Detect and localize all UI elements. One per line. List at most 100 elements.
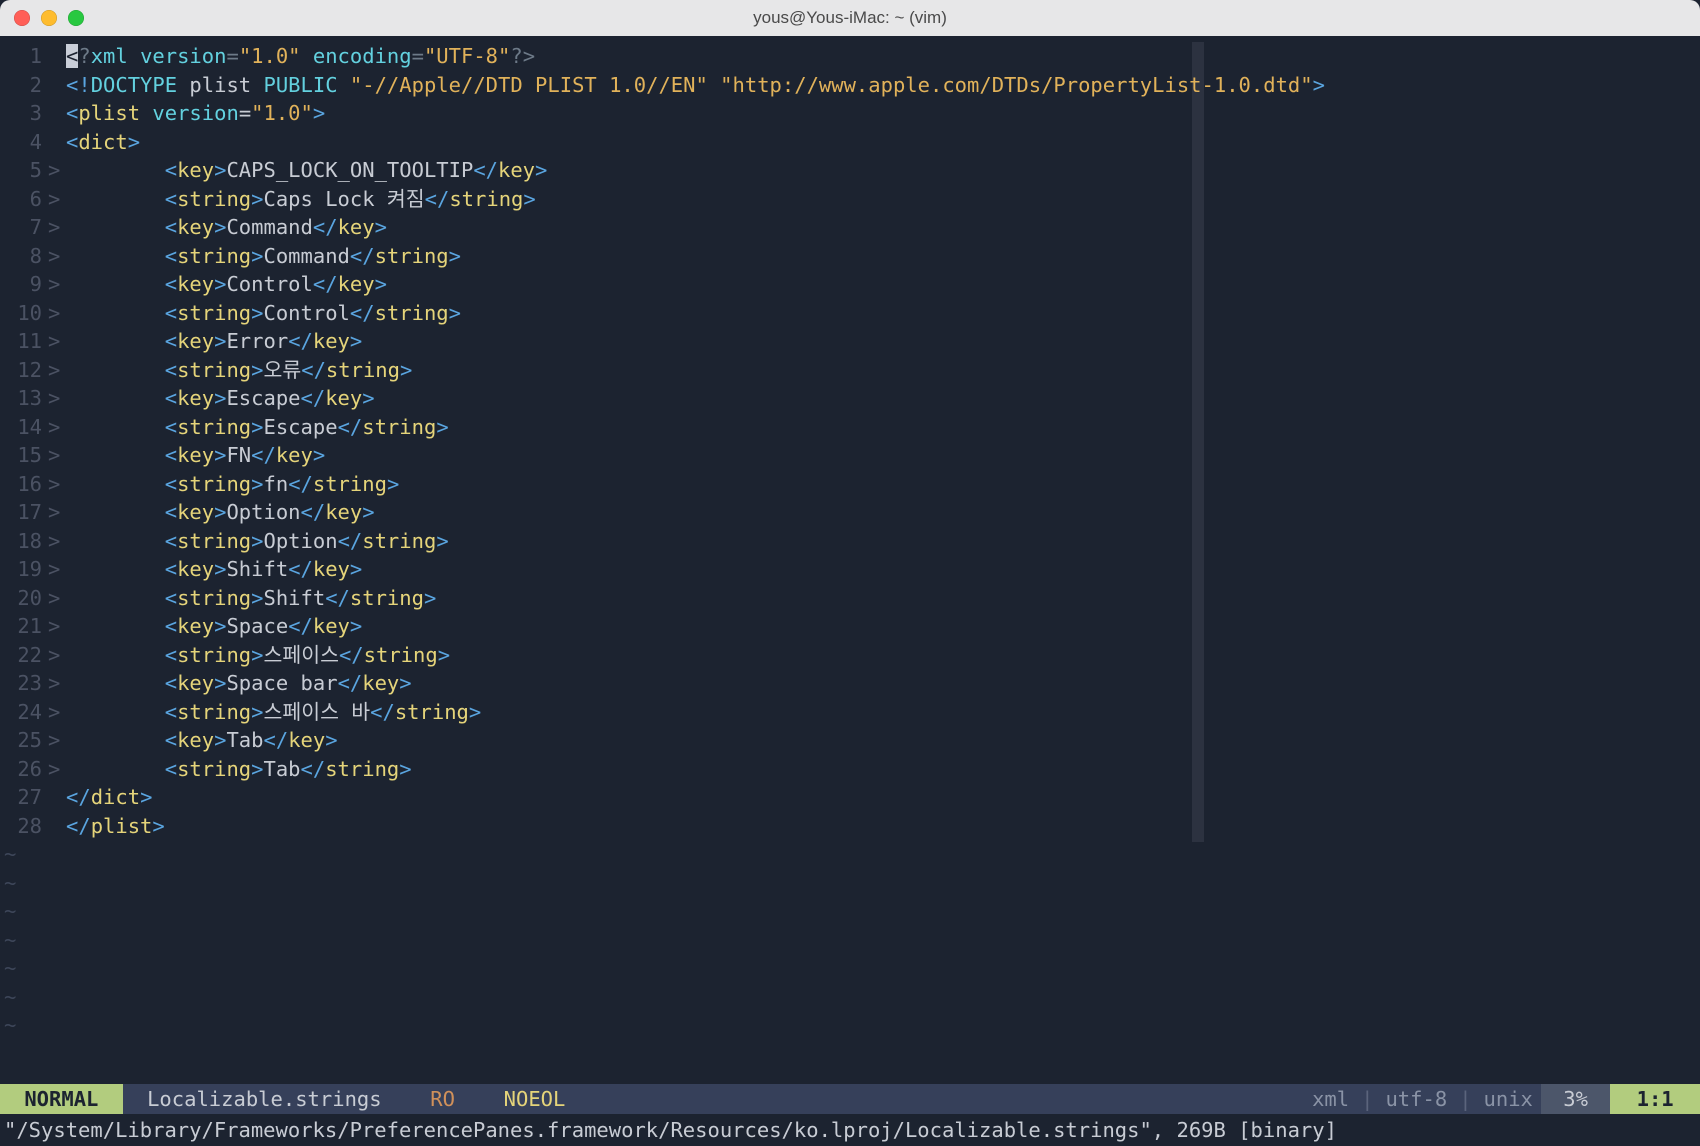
code-content[interactable]: <plist version="1.0"> — [66, 99, 325, 128]
code-line[interactable]: 16> <string>fn</string> — [0, 470, 1700, 499]
code-line[interactable]: 6> <string>Caps Lock 켜짐</string> — [0, 185, 1700, 214]
code-content[interactable]: <key>FN</key> — [66, 441, 325, 470]
code-line[interactable]: 9> <key>Control</key> — [0, 270, 1700, 299]
code-content[interactable]: <key>Error</key> — [66, 327, 362, 356]
code-line[interactable]: 26> <string>Tab</string> — [0, 755, 1700, 784]
fold-marker-icon[interactable]: > — [48, 384, 66, 413]
line-number: 14 — [0, 413, 48, 442]
fold-marker-icon — [48, 71, 66, 100]
fold-marker-icon[interactable]: > — [48, 612, 66, 641]
fold-marker-icon[interactable]: > — [48, 470, 66, 499]
code-line[interactable]: 19> <key>Shift</key> — [0, 555, 1700, 584]
code-line[interactable]: 18> <string>Option</string> — [0, 527, 1700, 556]
fold-marker-icon[interactable]: > — [48, 413, 66, 442]
code-content[interactable]: <string>Tab</string> — [66, 755, 412, 784]
code-content[interactable]: <string>스페이스</string> — [66, 641, 450, 670]
code-content[interactable]: <string>fn</string> — [66, 470, 399, 499]
code-content[interactable]: <key>Shift</key> — [66, 555, 362, 584]
code-content[interactable]: <string>Escape</string> — [66, 413, 449, 442]
code-content[interactable]: </plist> — [66, 812, 165, 841]
code-line[interactable]: 28 </plist> — [0, 812, 1700, 841]
code-line[interactable]: 27</dict> — [0, 783, 1700, 812]
fold-marker-icon[interactable]: > — [48, 299, 66, 328]
fold-marker-icon[interactable]: > — [48, 555, 66, 584]
fold-marker-icon[interactable]: > — [48, 156, 66, 185]
fold-marker-icon[interactable]: > — [48, 441, 66, 470]
code-line[interactable]: 15> <key>FN</key> — [0, 441, 1700, 470]
fold-marker-icon[interactable]: > — [48, 498, 66, 527]
code-line[interactable]: 4<dict> — [0, 128, 1700, 157]
fold-marker-icon[interactable]: > — [48, 584, 66, 613]
fold-marker-icon[interactable]: > — [48, 669, 66, 698]
code-content[interactable]: <dict> — [66, 128, 140, 157]
line-number: 16 — [0, 470, 48, 499]
fold-marker-icon[interactable]: > — [48, 242, 66, 271]
fold-marker-icon[interactable]: > — [48, 270, 66, 299]
code-content[interactable]: <key>Space</key> — [66, 612, 362, 641]
fold-marker-icon[interactable]: > — [48, 726, 66, 755]
editor-area[interactable]: 1<?xml version="1.0" encoding="UTF-8"?>2… — [0, 36, 1700, 1084]
line-number: 21 — [0, 612, 48, 641]
code-content[interactable]: <key>Option</key> — [66, 498, 375, 527]
code-line[interactable]: 5> <key>CAPS_LOCK_ON_TOOLTIP</key> — [0, 156, 1700, 185]
code-content[interactable]: <string>Caps Lock 켜짐</string> — [66, 185, 536, 214]
line-number: 28 — [0, 812, 48, 841]
fold-marker-icon[interactable]: > — [48, 755, 66, 784]
line-number: 7 — [0, 213, 48, 242]
code-content[interactable]: <key>Control</key> — [66, 270, 387, 299]
filetype: xml — [1304, 1084, 1357, 1114]
empty-line-tilde: ~ — [0, 983, 1700, 1012]
code-content[interactable]: <string>스페이스 바</string> — [66, 698, 481, 727]
code-content[interactable]: <key>Space bar</key> — [66, 669, 412, 698]
code-line[interactable]: 17> <key>Option</key> — [0, 498, 1700, 527]
line-number: 12 — [0, 356, 48, 385]
line-number: 23 — [0, 669, 48, 698]
code-content[interactable]: <string>Command</string> — [66, 242, 461, 271]
code-line[interactable]: 14> <string>Escape</string> — [0, 413, 1700, 442]
line-number: 11 — [0, 327, 48, 356]
code-line[interactable]: 2<!DOCTYPE plist PUBLIC "-//Apple//DTD P… — [0, 71, 1700, 100]
code-line[interactable]: 10> <string>Control</string> — [0, 299, 1700, 328]
code-content[interactable]: <!DOCTYPE plist PUBLIC "-//Apple//DTD PL… — [66, 71, 1325, 100]
fold-marker-icon[interactable]: > — [48, 527, 66, 556]
code-line[interactable]: 25> <key>Tab</key> — [0, 726, 1700, 755]
code-content[interactable]: <string>오류</string> — [66, 356, 412, 385]
code-content[interactable]: <string>Option</string> — [66, 527, 449, 556]
fold-marker-icon[interactable]: > — [48, 213, 66, 242]
fold-marker-icon[interactable]: > — [48, 185, 66, 214]
code-line[interactable]: 22> <string>스페이스</string> — [0, 641, 1700, 670]
code-content[interactable]: <string>Shift</string> — [66, 584, 436, 613]
separator-icon: | — [1357, 1087, 1377, 1111]
line-number: 6 — [0, 185, 48, 214]
fold-marker-icon[interactable]: > — [48, 356, 66, 385]
fold-marker-icon[interactable]: > — [48, 698, 66, 727]
code-line[interactable]: 13> <key>Escape</key> — [0, 384, 1700, 413]
code-line[interactable]: 11> <key>Error</key> — [0, 327, 1700, 356]
code-content[interactable]: <key>Tab</key> — [66, 726, 338, 755]
code-line[interactable]: 8> <string>Command</string> — [0, 242, 1700, 271]
empty-line-tilde: ~ — [0, 869, 1700, 898]
empty-line-tilde: ~ — [0, 954, 1700, 983]
code-content[interactable]: <?xml version="1.0" encoding="UTF-8"?> — [66, 42, 535, 71]
code-content[interactable]: <key>Command</key> — [66, 213, 387, 242]
code-line[interactable]: 3<plist version="1.0"> — [0, 99, 1700, 128]
code-line[interactable]: 7> <key>Command</key> — [0, 213, 1700, 242]
code-line[interactable]: 21> <key>Space</key> — [0, 612, 1700, 641]
code-content[interactable]: </dict> — [66, 783, 152, 812]
fold-marker-icon[interactable]: > — [48, 327, 66, 356]
command-line[interactable]: "/System/Library/Frameworks/PreferencePa… — [0, 1114, 1700, 1146]
code-content[interactable]: <key>CAPS_LOCK_ON_TOOLTIP</key> — [66, 156, 547, 185]
code-line[interactable]: 12> <string>오류</string> — [0, 356, 1700, 385]
line-number: 22 — [0, 641, 48, 670]
empty-line-tilde: ~ — [0, 840, 1700, 869]
line-number: 18 — [0, 527, 48, 556]
code-content[interactable]: <key>Escape</key> — [66, 384, 375, 413]
code-line[interactable]: 24> <string>스페이스 바</string> — [0, 698, 1700, 727]
code-line[interactable]: 23> <key>Space bar</key> — [0, 669, 1700, 698]
code-line[interactable]: 1<?xml version="1.0" encoding="UTF-8"?> — [0, 42, 1700, 71]
separator-icon: | — [1455, 1087, 1475, 1111]
code-line[interactable]: 20> <string>Shift</string> — [0, 584, 1700, 613]
fold-marker-icon[interactable]: > — [48, 641, 66, 670]
code-content[interactable]: <string>Control</string> — [66, 299, 461, 328]
line-number: 17 — [0, 498, 48, 527]
